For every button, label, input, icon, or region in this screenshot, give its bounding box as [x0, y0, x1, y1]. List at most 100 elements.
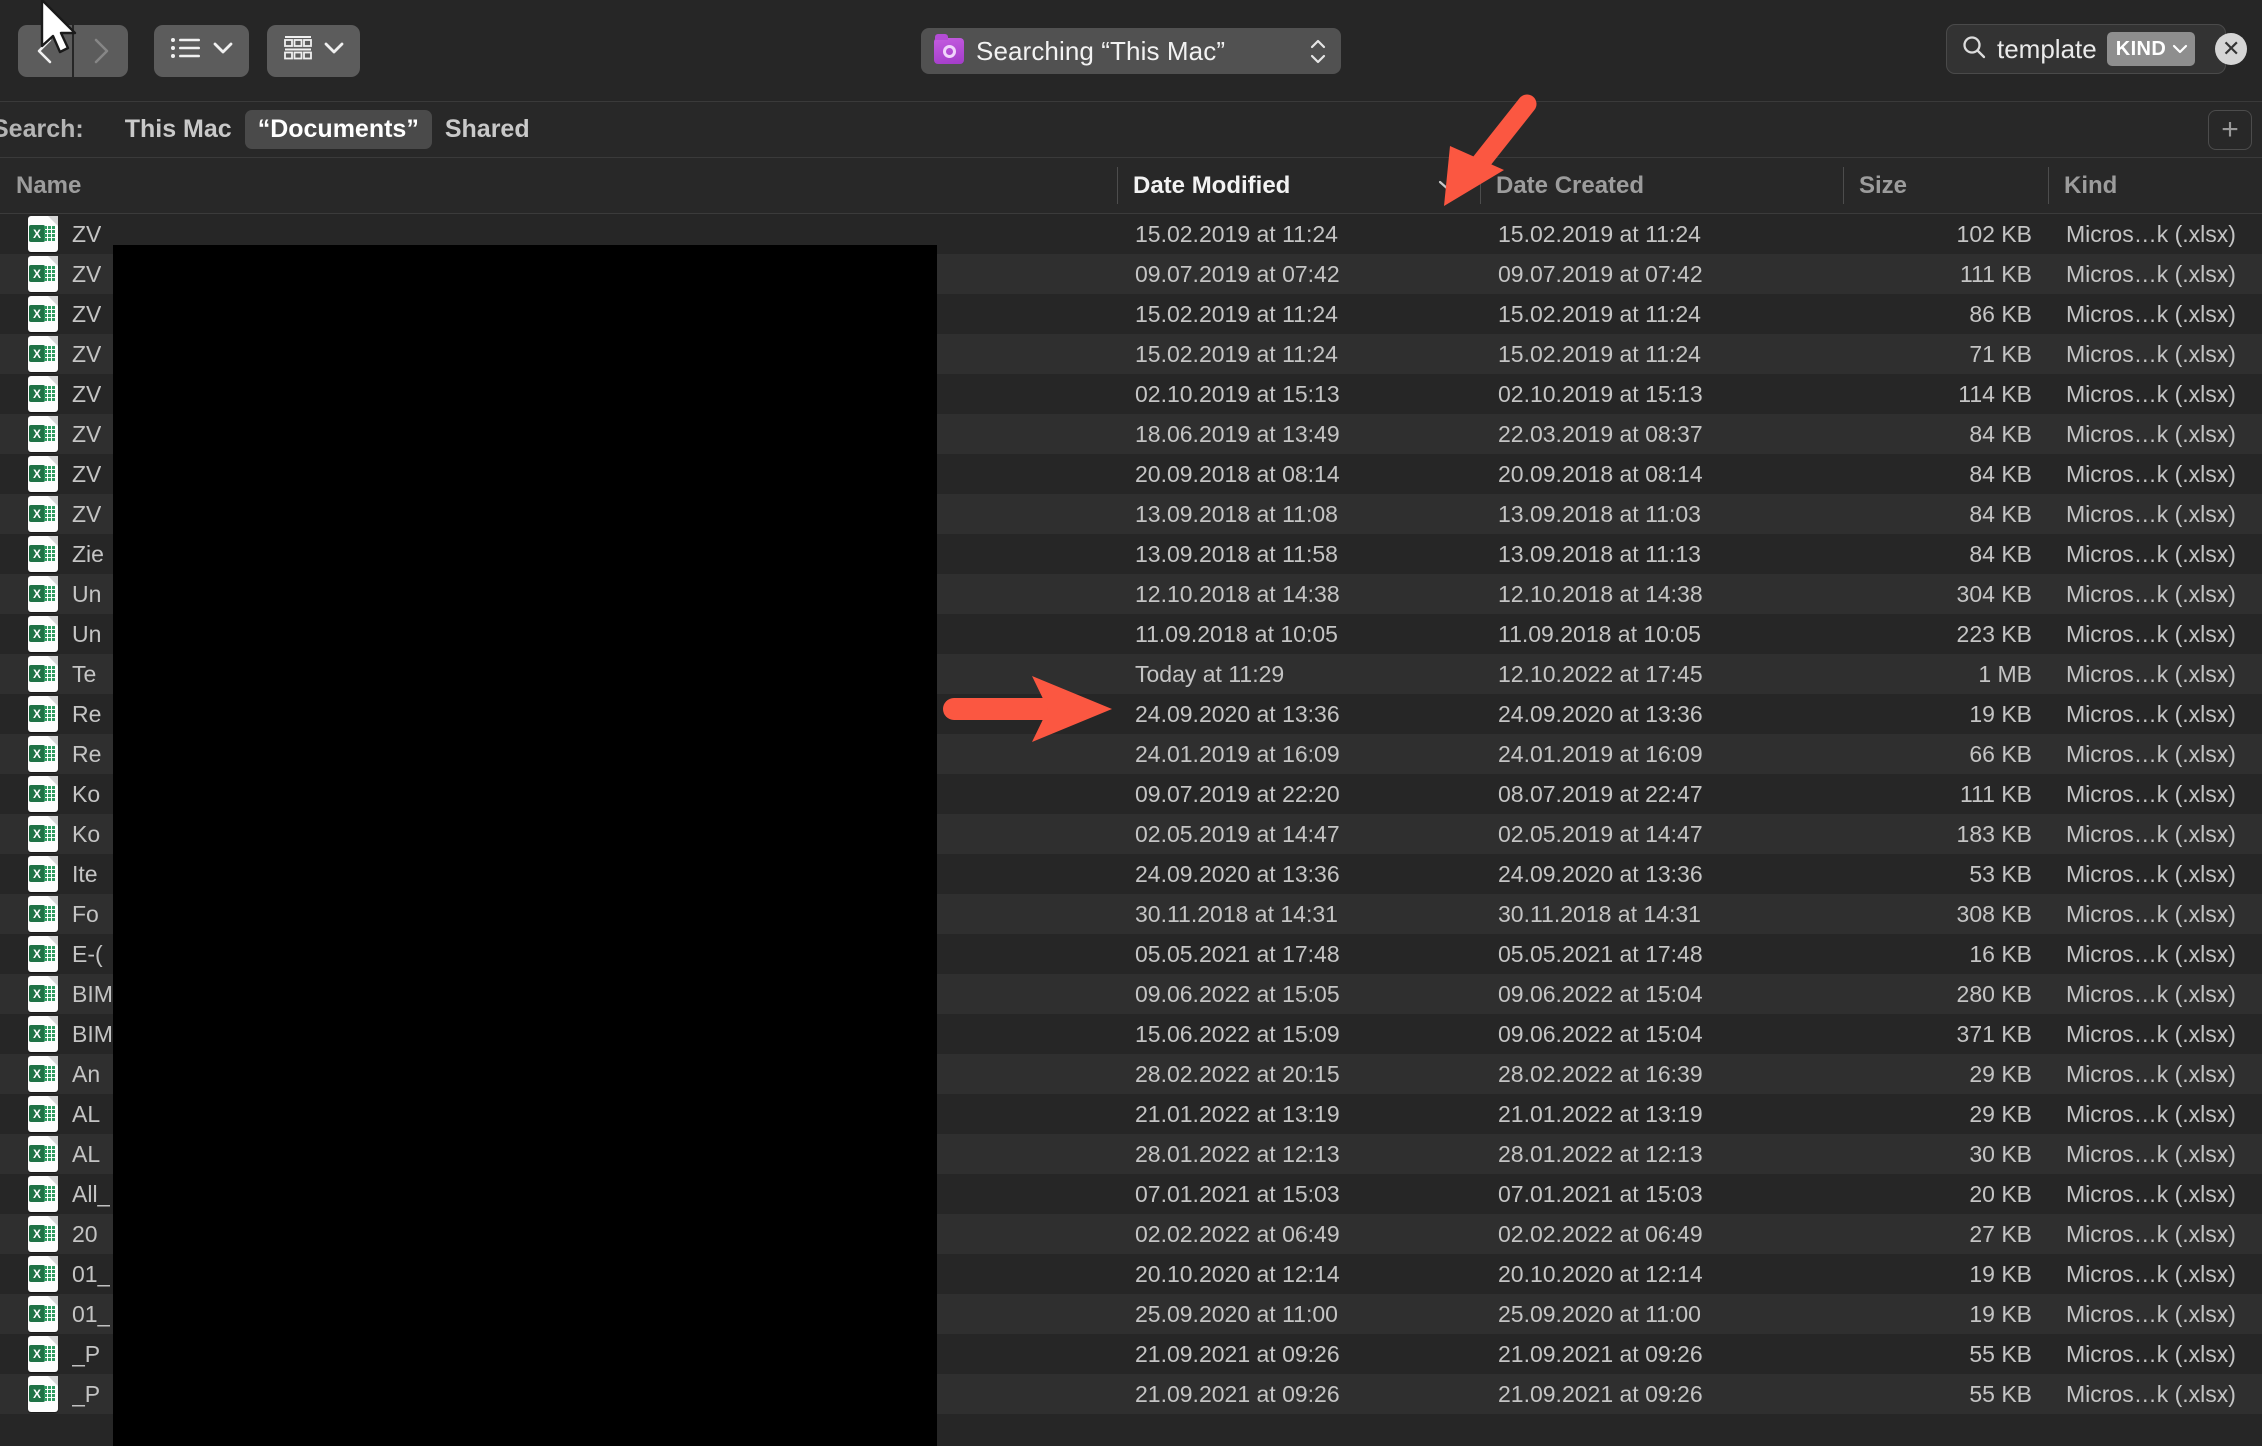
file-size-cell: 19 KB — [1969, 1300, 2032, 1327]
file-size-cell: 29 KB — [1969, 1060, 2032, 1087]
file-date-created-cell: 21.09.2021 at 09:26 — [1498, 1340, 1703, 1367]
file-date-modified-cell: 13.09.2018 at 11:58 — [1135, 540, 1338, 567]
chevron-down-icon — [324, 42, 344, 60]
column-header-kind[interactable]: Kind — [2048, 158, 2262, 213]
scope-item-this-mac[interactable]: This Mac — [112, 110, 245, 149]
file-kind-cell: Micros…k (.xlsx) — [2066, 1220, 2236, 1247]
file-name-text: ZV — [72, 460, 102, 487]
file-name-text: ZV — [72, 500, 102, 527]
file-kind-cell: Micros…k (.xlsx) — [2066, 860, 2236, 887]
file-date-created-cell: 05.05.2021 at 17:48 — [1498, 940, 1703, 967]
file-kind-cell: Micros…k (.xlsx) — [2066, 340, 2236, 367]
file-size-cell: 53 KB — [1969, 860, 2032, 887]
file-size-cell: 16 KB — [1969, 940, 2032, 967]
file-name-text: AL — [72, 1100, 101, 1127]
file-date-modified-cell: 20.09.2018 at 08:14 — [1135, 460, 1340, 487]
excel-file-icon: X — [28, 536, 58, 572]
file-name-text: Un — [72, 620, 102, 647]
file-kind-cell: Micros…k (.xlsx) — [2066, 1260, 2236, 1287]
file-date-modified-cell: 28.02.2022 at 20:15 — [1135, 1060, 1340, 1087]
file-date-modified-cell: 05.05.2021 at 17:48 — [1135, 940, 1340, 967]
file-name-text: Fo — [72, 900, 99, 927]
file-size-cell: 55 KB — [1969, 1380, 2032, 1407]
file-size-cell: 102 KB — [1956, 220, 2032, 247]
file-date-created-cell: 12.10.2018 at 14:38 — [1498, 580, 1703, 607]
file-kind-cell: Micros…k (.xlsx) — [2066, 620, 2236, 647]
file-date-modified-cell: 09.07.2019 at 07:42 — [1135, 260, 1340, 287]
file-kind-cell: Micros…k (.xlsx) — [2066, 780, 2236, 807]
file-date-created-cell: 15.02.2019 at 11:24 — [1498, 340, 1701, 367]
file-name-text: 01_ — [72, 1260, 111, 1287]
file-name-text: Ko — [72, 820, 101, 847]
file-name-text: 01_ — [72, 1300, 111, 1327]
file-date-modified-cell: 09.06.2022 at 15:05 — [1135, 980, 1340, 1007]
file-date-modified-cell: 15.06.2022 at 15:09 — [1135, 1020, 1340, 1047]
excel-file-icon: X — [28, 1216, 58, 1252]
file-size-cell: 27 KB — [1969, 1220, 2032, 1247]
file-size-cell: 183 KB — [1956, 820, 2032, 847]
file-date-created-cell: 12.10.2022 at 17:45 — [1498, 660, 1703, 687]
file-name-text: Re — [72, 740, 102, 767]
path-stepper-icon[interactable] — [1293, 39, 1327, 64]
file-name-text: _P — [72, 1380, 101, 1407]
search-kind-token[interactable]: KIND — [2106, 32, 2196, 66]
file-date-created-cell: 13.09.2018 at 11:03 — [1498, 500, 1701, 527]
column-header-size[interactable]: Size — [1843, 158, 2048, 213]
column-header-size-label: Size — [1859, 171, 1908, 199]
file-size-cell: 84 KB — [1969, 460, 2032, 487]
grid-grouping-icon — [283, 35, 313, 66]
file-name-text: Un — [72, 580, 102, 607]
file-name-text: ZV — [72, 380, 102, 407]
search-scope-bar: Search: This Mac “Documents” Shared + — [0, 101, 2262, 158]
file-date-created-cell: 13.09.2018 at 11:13 — [1498, 540, 1701, 567]
column-header-date-modified-label: Date Modified — [1133, 171, 1291, 199]
excel-file-icon: X — [28, 1256, 58, 1292]
excel-file-icon: X — [28, 736, 58, 772]
excel-file-icon: X — [28, 856, 58, 892]
search-input[interactable]: template KIND ✕ — [1946, 24, 2248, 74]
column-header-name[interactable]: Name — [0, 158, 1117, 213]
file-name-text: _P — [72, 1340, 101, 1367]
file-date-modified-cell: 13.09.2018 at 11:08 — [1135, 500, 1338, 527]
file-kind-cell: Micros…k (.xlsx) — [2066, 740, 2236, 767]
file-date-created-cell: 22.03.2019 at 08:37 — [1498, 420, 1703, 447]
excel-file-icon: X — [28, 336, 58, 372]
file-kind-cell: Micros…k (.xlsx) — [2066, 460, 2236, 487]
clear-search-button[interactable]: ✕ — [2215, 33, 2248, 65]
file-kind-cell: Micros…k (.xlsx) — [2066, 1020, 2236, 1047]
window-title-chip[interactable]: Searching “This Mac” — [921, 28, 1341, 74]
file-date-modified-cell: 21.09.2021 at 09:26 — [1135, 1340, 1340, 1367]
file-date-modified-cell: 09.07.2019 at 22:20 — [1135, 780, 1340, 807]
file-size-cell: 19 KB — [1969, 1260, 2032, 1287]
file-date-created-cell: 07.01.2021 at 15:03 — [1498, 1180, 1703, 1207]
file-name-text: Re — [72, 700, 102, 727]
file-date-modified-cell: 15.02.2019 at 11:24 — [1135, 300, 1338, 327]
scope-item-shared[interactable]: Shared — [432, 110, 543, 149]
excel-file-icon: X — [28, 1336, 58, 1372]
file-kind-cell: Micros…k (.xlsx) — [2066, 260, 2236, 287]
file-kind-cell: Micros…k (.xlsx) — [2066, 1300, 2236, 1327]
excel-file-icon: X — [28, 256, 58, 292]
file-date-created-cell: 15.02.2019 at 11:24 — [1498, 300, 1701, 327]
annotation-arrow-row — [940, 672, 1120, 751]
excel-file-icon: X — [28, 216, 58, 252]
list-view-button[interactable] — [154, 24, 249, 77]
file-date-modified-cell: 02.05.2019 at 14:47 — [1135, 820, 1340, 847]
file-name-text: An — [72, 1060, 101, 1087]
file-kind-cell: Micros…k (.xlsx) — [2066, 900, 2236, 927]
finder-toolbar: Searching “This Mac” template KIND ✕ — [0, 0, 2262, 101]
search-query-text: template — [1997, 33, 2097, 64]
file-size-cell: 280 KB — [1956, 980, 2032, 1007]
file-size-cell: 55 KB — [1969, 1340, 2032, 1367]
file-date-created-cell: 02.05.2019 at 14:47 — [1498, 820, 1703, 847]
group-by-button[interactable] — [267, 24, 360, 77]
file-date-created-cell: 20.10.2020 at 12:14 — [1498, 1260, 1703, 1287]
file-size-cell: 29 KB — [1969, 1100, 2032, 1127]
scope-item-documents[interactable]: “Documents” — [244, 110, 432, 149]
file-kind-cell: Micros…k (.xlsx) — [2066, 1140, 2236, 1167]
file-size-cell: 84 KB — [1969, 500, 2032, 527]
file-name-text: Zie — [72, 540, 104, 567]
add-search-criteria-button[interactable]: + — [2208, 109, 2252, 150]
excel-file-icon: X — [28, 1376, 58, 1412]
excel-file-icon: X — [28, 616, 58, 652]
